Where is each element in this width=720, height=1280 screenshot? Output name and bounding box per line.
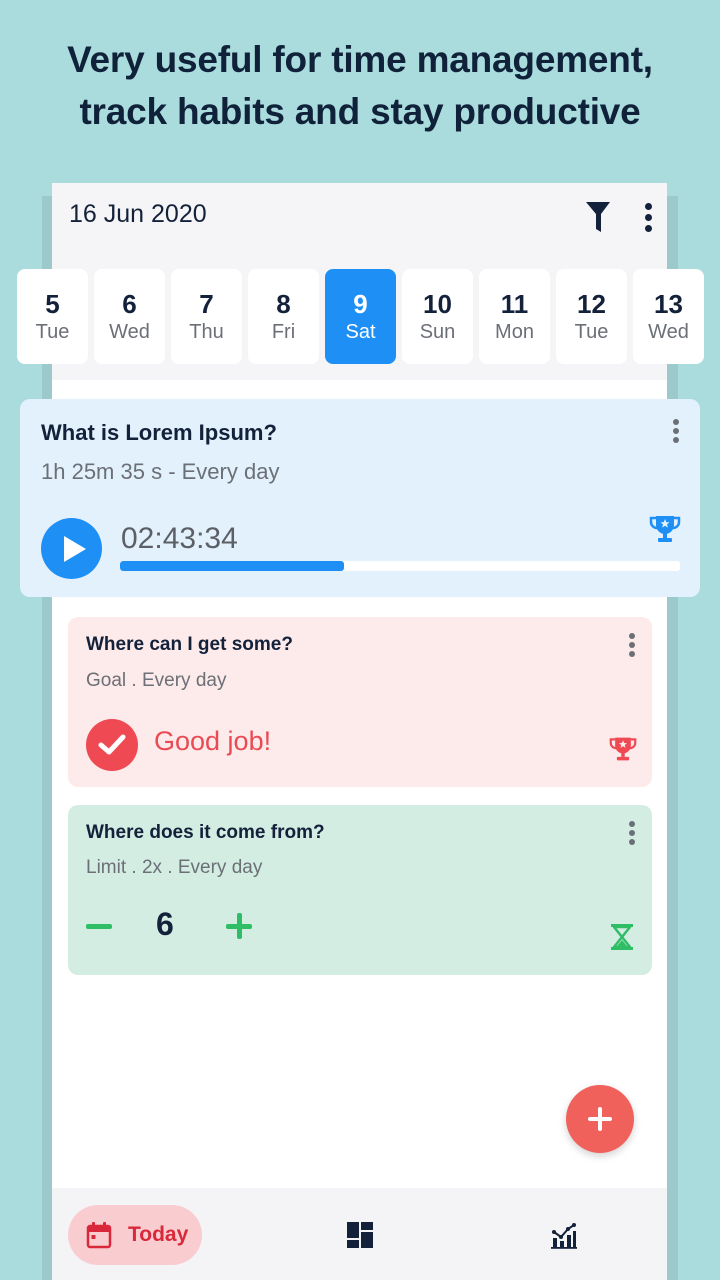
header-more-button[interactable] xyxy=(634,197,662,237)
habit-subtitle: 1h 25m 35 s - Every day xyxy=(41,459,280,484)
nav-dashboard-tab[interactable] xyxy=(340,1215,380,1255)
habit-card-limit[interactable]: Where does it come from? Limit . 2x . Ev… xyxy=(68,805,652,975)
current-date: 16 Jun 2020 xyxy=(69,200,207,228)
add-habit-button[interactable] xyxy=(566,1085,634,1153)
date-weekday: Mon xyxy=(495,320,534,343)
stats-chart-icon xyxy=(551,1223,577,1249)
habit-more-button[interactable] xyxy=(622,628,642,662)
trophy-icon xyxy=(609,737,637,761)
habit-subtitle: Goal . Every day xyxy=(86,670,227,691)
date-item-10[interactable]: 10 Sun xyxy=(402,269,473,364)
date-weekday: Sun xyxy=(419,320,456,343)
timer-progress-fill xyxy=(120,561,344,571)
habit-title: Where can I get some? xyxy=(86,634,293,655)
calendar-icon xyxy=(86,1222,112,1249)
habit-more-button[interactable] xyxy=(666,414,686,448)
promo-headline-line-2: track habits and stay productive xyxy=(79,91,641,132)
habit-card-timer[interactable]: What is Lorem Ipsum? 1h 25m 35 s - Every… xyxy=(20,399,700,597)
nav-today-label: Today xyxy=(128,1223,189,1246)
date-number: 8 xyxy=(276,288,291,319)
goal-complete-button[interactable] xyxy=(86,719,138,771)
more-vertical-icon xyxy=(673,419,679,443)
increment-button[interactable] xyxy=(222,909,256,943)
date-item-13[interactable]: 13 Wed xyxy=(633,269,704,364)
date-number: 11 xyxy=(500,288,529,319)
limit-count: 6 xyxy=(156,906,174,942)
date-weekday: Wed xyxy=(109,320,150,343)
date-number: 10 xyxy=(423,288,452,319)
goal-status: Good job! xyxy=(154,726,272,756)
timer-progress-bar xyxy=(120,561,680,571)
habit-card-goal[interactable]: Where can I get some? Goal . Every day G… xyxy=(68,617,652,787)
check-circle-icon xyxy=(98,734,126,755)
date-strip: 5 Tue 6 Wed 7 Thu 8 Fri 9 Sat 10 Sun 11 Mon 12 T… xyxy=(17,269,704,364)
nav-today-tab[interactable]: Today xyxy=(68,1205,202,1265)
trophy-icon xyxy=(649,516,681,542)
date-number: 12 xyxy=(577,288,606,319)
more-vertical-icon xyxy=(629,821,635,845)
bottom-navigation: Today xyxy=(52,1188,667,1280)
date-weekday: Sat xyxy=(345,320,376,343)
more-vertical-icon xyxy=(629,633,635,657)
date-number: 7 xyxy=(199,288,214,319)
date-item-12[interactable]: 12 Tue xyxy=(556,269,627,364)
promo-headline: Very useful for time management, track h… xyxy=(0,34,720,138)
filter-button[interactable] xyxy=(580,197,616,237)
habit-subtitle: Limit . 2x . Every day xyxy=(86,857,263,878)
filter-icon xyxy=(586,202,610,232)
dashboard-icon xyxy=(347,1222,373,1248)
more-vertical-icon xyxy=(644,202,652,232)
date-weekday: Tue xyxy=(35,320,70,343)
date-item-5[interactable]: 5 Tue xyxy=(17,269,88,364)
date-number: 5 xyxy=(45,288,60,319)
date-number: 6 xyxy=(122,288,137,319)
play-icon xyxy=(63,535,86,562)
date-item-11[interactable]: 11 Mon xyxy=(479,269,550,364)
timer-elapsed: 02:43:34 xyxy=(121,522,238,555)
date-item-6[interactable]: 6 Wed xyxy=(94,269,165,364)
date-weekday: Fri xyxy=(271,320,296,343)
habit-title: Where does it come from? xyxy=(86,822,325,843)
habit-title: What is Lorem Ipsum? xyxy=(41,420,277,445)
date-weekday: Tue xyxy=(574,320,609,343)
minus-icon xyxy=(86,923,112,929)
decrement-button[interactable] xyxy=(84,911,114,941)
date-item-8[interactable]: 8 Fri xyxy=(248,269,319,364)
date-weekday: Thu xyxy=(189,320,224,343)
date-number: 13 xyxy=(654,288,683,319)
nav-stats-tab[interactable] xyxy=(542,1215,586,1255)
hourglass-icon xyxy=(611,924,633,950)
habit-more-button[interactable] xyxy=(622,816,642,850)
promo-headline-line-1: Very useful for time management, xyxy=(67,39,653,80)
date-number: 9 xyxy=(353,288,368,319)
play-button[interactable] xyxy=(41,518,102,579)
date-item-9-selected[interactable]: 9 Sat xyxy=(325,269,396,364)
date-weekday: Wed xyxy=(648,320,689,343)
date-item-7[interactable]: 7 Thu xyxy=(171,269,242,364)
